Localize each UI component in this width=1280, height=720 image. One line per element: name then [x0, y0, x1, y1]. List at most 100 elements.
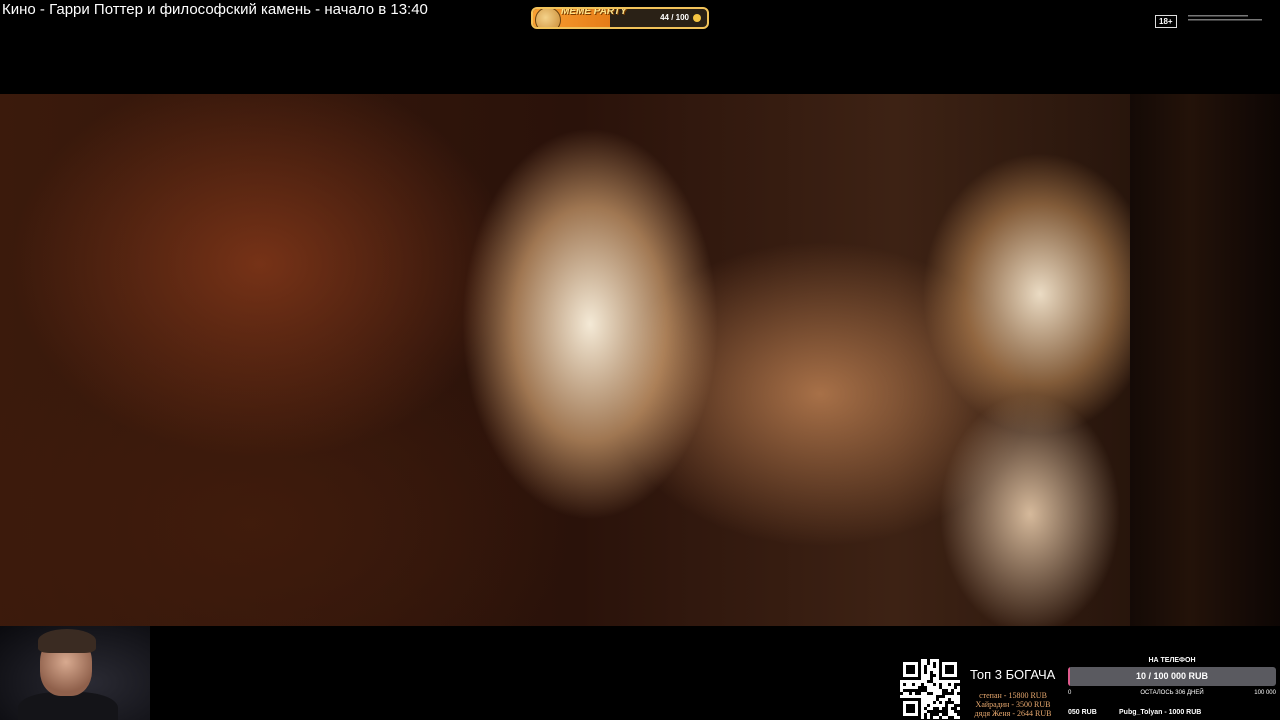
qr-module	[903, 683, 906, 686]
qr-module	[948, 683, 951, 686]
qr-module	[906, 689, 909, 692]
qr-module	[942, 707, 945, 710]
qr-finder	[945, 665, 954, 674]
qr-module	[957, 704, 960, 707]
qr-module	[912, 689, 915, 692]
qr-module	[942, 692, 945, 695]
webcam-feed	[0, 626, 150, 720]
qr-module	[936, 698, 939, 701]
video-frame-edge	[1130, 94, 1280, 626]
qr-module	[954, 710, 957, 713]
qr-module	[915, 692, 918, 695]
qr-module	[924, 716, 927, 719]
meme-party-label: MEME PARTY	[561, 7, 627, 17]
qr-module	[918, 692, 921, 695]
qr-module	[927, 692, 930, 695]
video-player[interactable]	[0, 94, 1280, 626]
meme-party-progress: MEME PARTY 44 / 100	[531, 7, 709, 29]
qr-module	[936, 707, 939, 710]
qr-module	[957, 683, 960, 686]
goal-days-left: ОСТАЛОСЬ 306 ДНЕЙ	[1140, 690, 1204, 696]
qr-module	[933, 713, 936, 716]
qr-module	[921, 689, 924, 692]
qr-module	[945, 707, 948, 710]
webcam-body	[18, 692, 118, 720]
top-donors-list: степан - 15800 RUB Хайрадин - 3500 RUB д…	[970, 691, 1056, 718]
qr-module	[945, 689, 948, 692]
qr-module	[933, 674, 936, 677]
qr-module	[942, 695, 945, 698]
qr-module	[924, 668, 927, 671]
qr-module	[939, 701, 942, 704]
donation-ticker-left: 050 RUB	[1068, 709, 1097, 716]
qr-module	[951, 692, 954, 695]
qr-module	[927, 704, 930, 707]
age-rating-badge: 18+	[1155, 15, 1177, 28]
qr-module	[918, 686, 921, 689]
qr-module	[903, 689, 906, 692]
qr-module	[924, 689, 927, 692]
qr-module	[933, 701, 936, 704]
qr-module	[924, 707, 927, 710]
qr-module	[951, 707, 954, 710]
qr-module	[921, 683, 924, 686]
qr-module	[927, 710, 930, 713]
qr-module	[948, 692, 951, 695]
meme-party-count: 44 / 100	[660, 13, 689, 22]
goal-progress-bar: 10 / 100 000 RUB	[1068, 667, 1276, 686]
goal-value: 10 / 100 000 RUB	[1135, 671, 1209, 681]
qr-module	[957, 710, 960, 713]
qr-module	[936, 713, 939, 716]
qr-module	[939, 710, 942, 713]
qr-module	[942, 713, 945, 716]
qr-module	[930, 677, 933, 680]
top-donors-title: Топ 3 БОГАЧА	[970, 667, 1056, 682]
qr-module	[924, 671, 927, 674]
qr-module	[957, 713, 960, 716]
donation-ticker-right: Pubg_Tolyan - 1000 RUB	[1119, 709, 1202, 716]
qr-module	[945, 704, 948, 707]
qr-module	[942, 710, 945, 713]
qr-module	[933, 665, 936, 668]
qr-module	[957, 692, 960, 695]
qr-module	[936, 695, 939, 698]
qr-module	[927, 659, 930, 662]
qr-module	[927, 680, 930, 683]
qr-module	[939, 683, 942, 686]
qr-module	[924, 665, 927, 668]
qr-module	[930, 674, 933, 677]
qr-module	[945, 701, 948, 704]
qr-module	[933, 707, 936, 710]
qr-module	[948, 716, 951, 719]
qr-module	[918, 689, 921, 692]
qr-module	[954, 686, 957, 689]
qr-module	[939, 686, 942, 689]
qr-module	[936, 710, 939, 713]
qr-module	[933, 662, 936, 665]
qr-module	[942, 689, 945, 692]
qr-module	[930, 716, 933, 719]
stream-title: Кино - Гарри Поттер и философский камень…	[2, 1, 428, 18]
qr-module	[924, 686, 927, 689]
qr-module	[945, 713, 948, 716]
goal-max: 100 000	[1254, 690, 1276, 696]
doge-logo-icon	[535, 9, 561, 27]
qr-module	[948, 698, 951, 701]
qr-module	[909, 692, 912, 695]
qr-module	[948, 701, 951, 704]
qr-module	[912, 683, 915, 686]
qr-module	[930, 680, 933, 683]
qr-module	[951, 716, 954, 719]
age-rating-note	[1188, 14, 1266, 25]
qr-module	[933, 683, 936, 686]
qr-module	[930, 713, 933, 716]
qr-module	[951, 689, 954, 692]
qr-module	[900, 692, 903, 695]
qr-module	[954, 707, 957, 710]
qr-module	[954, 683, 957, 686]
top-donor-item: дядя Женя - 2644 RUB	[974, 709, 1052, 718]
goal-label: НА ТЕЛЕФОН	[1148, 657, 1196, 664]
qr-module	[921, 686, 924, 689]
qr-module	[945, 692, 948, 695]
qr-code[interactable]	[900, 659, 960, 719]
